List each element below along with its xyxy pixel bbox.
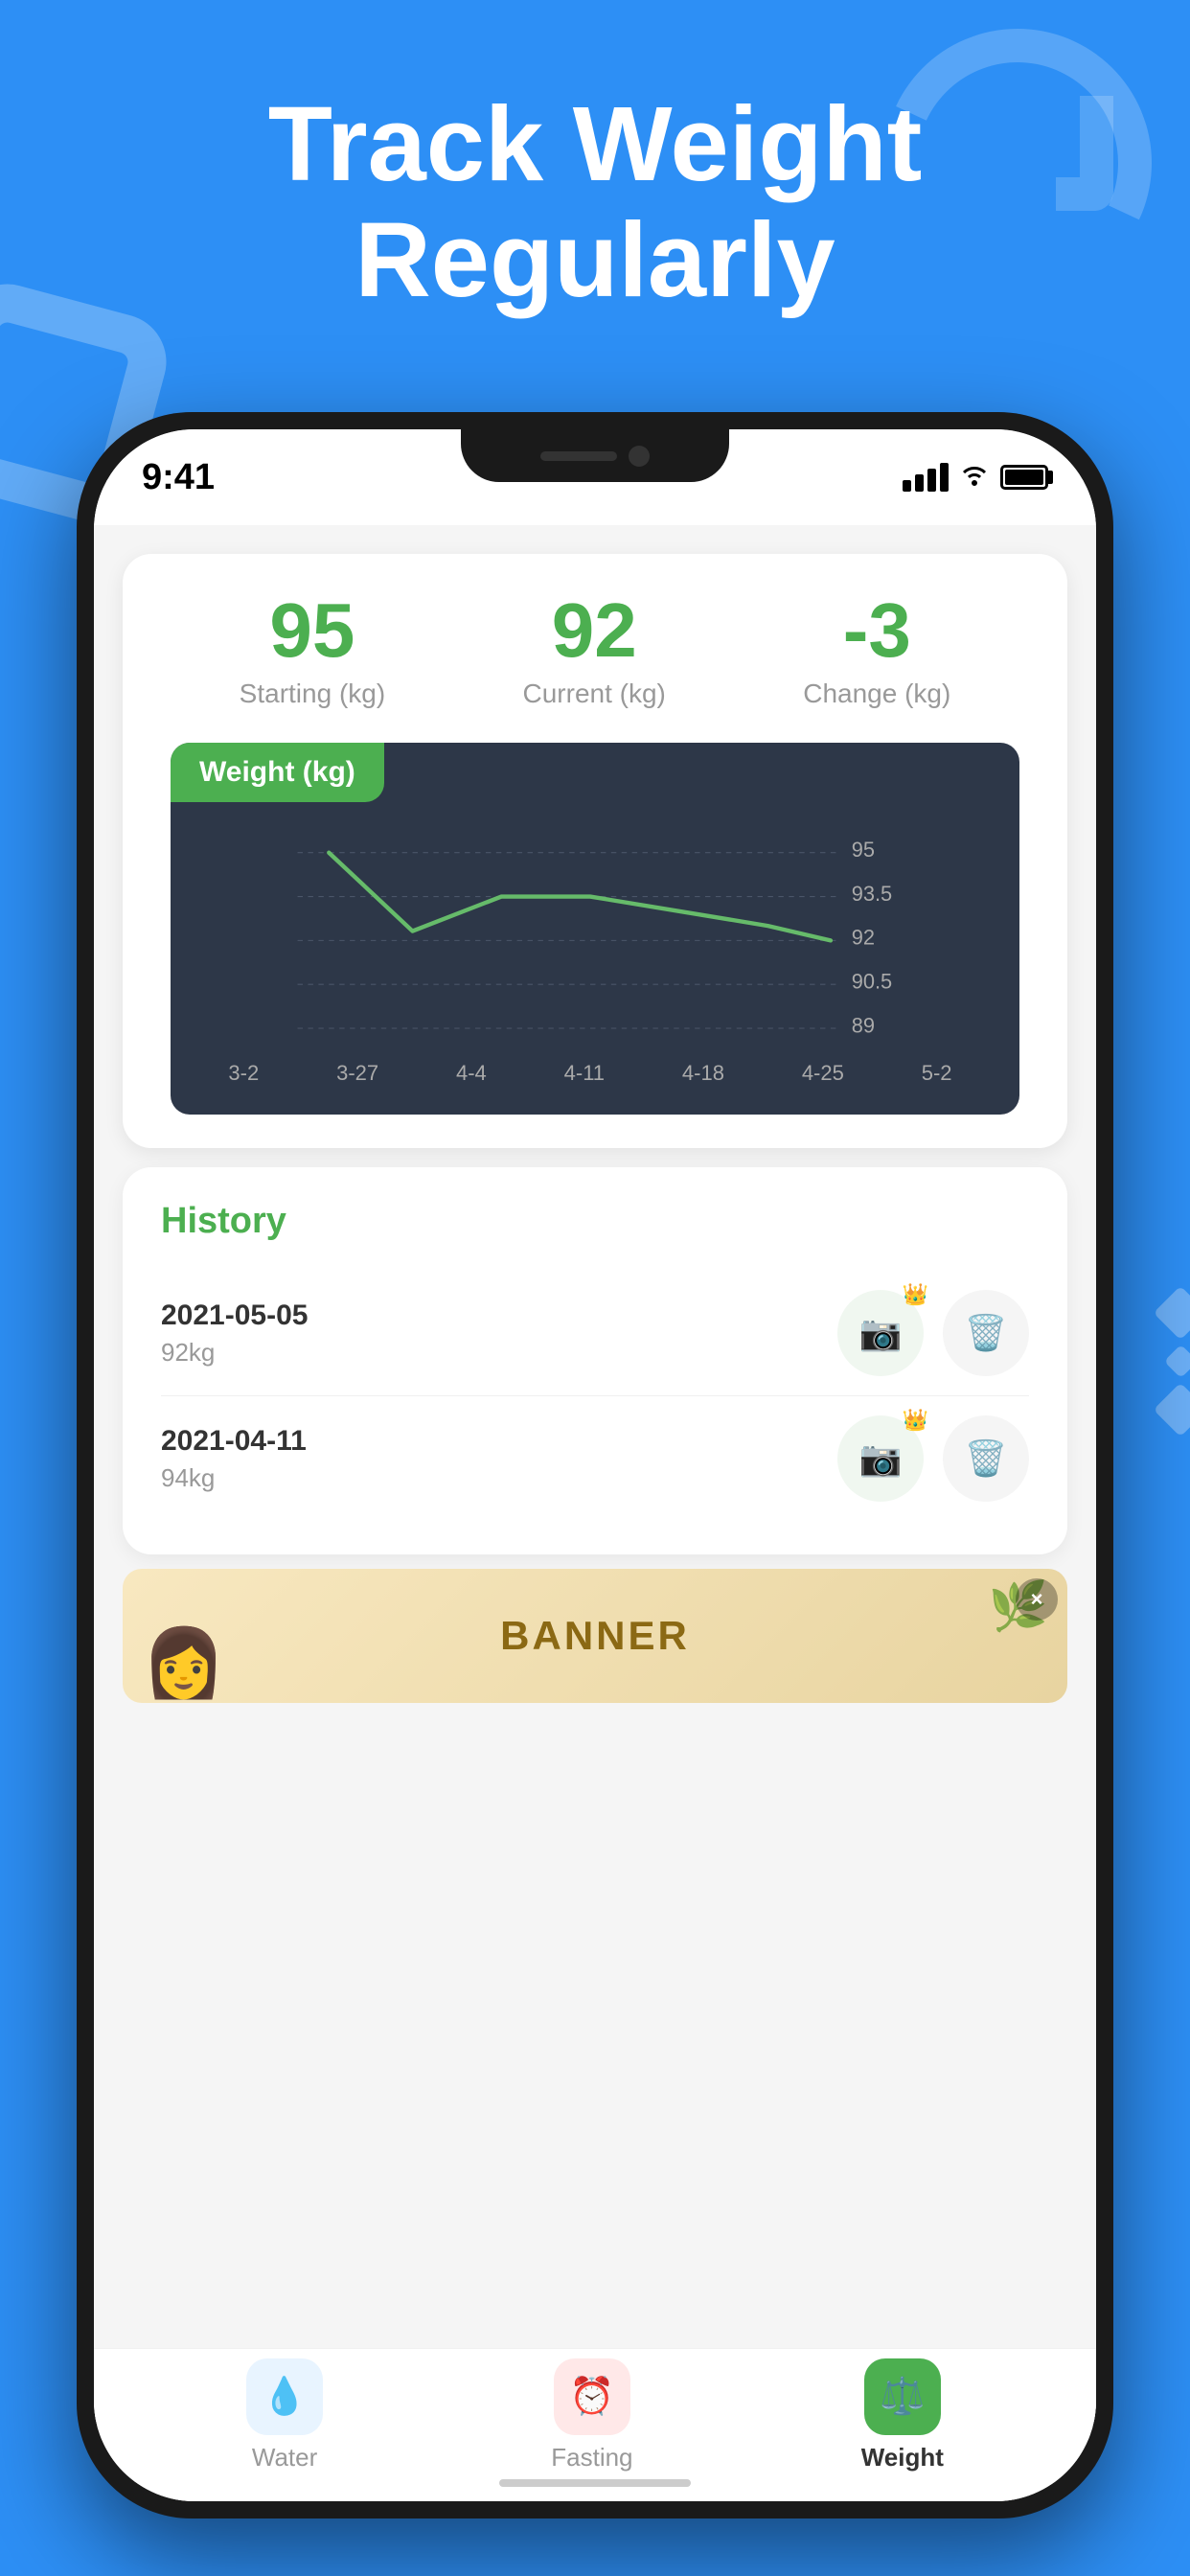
- history-info-1: 2021-05-05 92kg: [161, 1300, 837, 1368]
- camera: [629, 446, 650, 467]
- banner-close-button[interactable]: ×: [1016, 1578, 1058, 1621]
- stats-card: 95 Starting (kg) 92 Current (kg) -3 Chan…: [123, 554, 1067, 1148]
- status-time: 9:41: [142, 457, 215, 498]
- history-item: 2021-05-05 92kg 👑 📷 🗑️: [161, 1271, 1029, 1396]
- wifi-icon: [960, 461, 989, 494]
- banner: 👩 BANNER 🌿 ×: [123, 1569, 1067, 1703]
- status-bar: 9:41: [94, 429, 1096, 525]
- crown-icon-2: 👑: [903, 1408, 928, 1433]
- stats-row: 95 Starting (kg) 92 Current (kg) -3 Chan…: [171, 592, 1019, 709]
- screen-content: 95 Starting (kg) 92 Current (kg) -3 Chan…: [94, 525, 1096, 2501]
- change-value: -3: [803, 592, 950, 669]
- history-info-2: 2021-04-11 94kg: [161, 1425, 837, 1493]
- starting-value: 95: [240, 592, 386, 669]
- current-value: 92: [523, 592, 666, 669]
- header-text: Track Weight Regularly: [0, 86, 1190, 318]
- fasting-nav-label: Fasting: [551, 2443, 632, 2472]
- history-actions-2: 👑 📷 🗑️: [837, 1415, 1029, 1502]
- diamond-2: [1163, 1345, 1190, 1378]
- photo-button-2[interactable]: 👑 📷: [837, 1415, 924, 1502]
- banner-text: BANNER: [500, 1613, 690, 1659]
- chart-svg: 95 93.5 92 90.5 89: [180, 821, 1000, 1051]
- svg-text:93.5: 93.5: [852, 882, 892, 906]
- history-weight-2: 94kg: [161, 1463, 837, 1493]
- crown-icon-1: 👑: [903, 1282, 928, 1307]
- photo-button-1[interactable]: 👑 📷: [837, 1290, 924, 1376]
- banner-person: 👩: [142, 1624, 225, 1703]
- battery-icon: [1000, 465, 1048, 490]
- nav-item-fasting[interactable]: ⏰ Fasting: [551, 2358, 632, 2472]
- water-nav-label: Water: [252, 2443, 317, 2472]
- chart-x-labels: 3-2 3-27 4-4 4-11 4-18 4-25 5-2: [180, 1056, 1000, 1095]
- header-line2: Regularly: [57, 202, 1133, 318]
- history-item-2: 2021-04-11 94kg 👑 📷 🗑️: [161, 1396, 1029, 1521]
- bottom-nav: 💧 Water ⏰ Fasting ⚖️ Weight: [94, 2348, 1096, 2501]
- stat-starting: 95 Starting (kg): [240, 592, 386, 709]
- change-label: Change (kg): [803, 678, 950, 709]
- starting-label: Starting (kg): [240, 678, 386, 709]
- status-icons: [903, 461, 1048, 494]
- svg-text:90.5: 90.5: [852, 970, 892, 994]
- nav-item-weight[interactable]: ⚖️ Weight: [861, 2358, 944, 2472]
- weight-nav-icon: ⚖️: [864, 2358, 941, 2435]
- diamond-1: [1154, 1286, 1190, 1341]
- weight-nav-label: Weight: [861, 2443, 944, 2472]
- current-label: Current (kg): [523, 678, 666, 709]
- history-title: History: [161, 1201, 1029, 1242]
- header-line1: Track Weight: [57, 86, 1133, 202]
- chart-body: 95 93.5 92 90.5 89 3-2 3-27 4-4 4-11: [171, 802, 1019, 1115]
- phone-screen: 9:41: [94, 429, 1096, 2501]
- water-nav-icon: 💧: [246, 2358, 323, 2435]
- fasting-nav-icon: ⏰: [554, 2358, 630, 2435]
- stat-current: 92 Current (kg): [523, 592, 666, 709]
- bg-diamonds: [1161, 1294, 1190, 1429]
- stat-change: -3 Change (kg): [803, 592, 950, 709]
- history-section: History 2021-05-05 92kg 👑 📷 🗑️: [123, 1167, 1067, 1554]
- svg-text:92: 92: [852, 926, 875, 950]
- signal-icon: [903, 463, 949, 492]
- chart-header: Weight (kg): [171, 743, 384, 802]
- history-date-1: 2021-05-05: [161, 1300, 837, 1332]
- nav-item-water[interactable]: 💧 Water: [246, 2358, 323, 2472]
- delete-button-2[interactable]: 🗑️: [943, 1415, 1029, 1502]
- delete-button-1[interactable]: 🗑️: [943, 1290, 1029, 1376]
- history-weight-1: 92kg: [161, 1338, 837, 1368]
- weight-chart: Weight (kg): [171, 743, 1019, 1115]
- notch: [461, 429, 729, 482]
- home-indicator: [499, 2479, 691, 2487]
- phone-frame: 9:41: [77, 412, 1113, 2518]
- history-actions-1: 👑 📷 🗑️: [837, 1290, 1029, 1376]
- history-date-2: 2021-04-11: [161, 1425, 837, 1458]
- svg-text:95: 95: [852, 838, 875, 862]
- speaker: [540, 451, 617, 461]
- svg-text:89: 89: [852, 1013, 875, 1037]
- diamond-3: [1154, 1383, 1190, 1438]
